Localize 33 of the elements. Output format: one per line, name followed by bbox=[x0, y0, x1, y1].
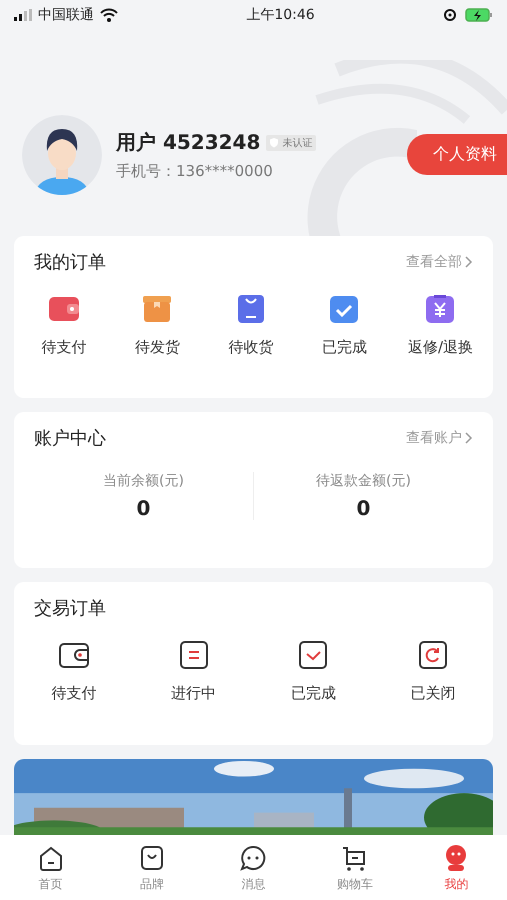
stat-value: 0 bbox=[356, 496, 370, 520]
order-status-item[interactable]: 待支付 bbox=[34, 292, 94, 357]
battery-icon bbox=[464, 8, 493, 22]
phone-number: 手机号：136****0000 bbox=[116, 162, 274, 181]
wifi-icon bbox=[100, 8, 118, 22]
card-title: 账户中心 bbox=[34, 427, 106, 450]
chevron-right-icon bbox=[465, 256, 473, 268]
clock: 上午10:46 bbox=[246, 6, 315, 24]
chevron-right-icon bbox=[465, 432, 473, 444]
trade-status-item[interactable]: 已完成 bbox=[254, 638, 374, 703]
trade-status-item[interactable]: 进行中 bbox=[134, 638, 254, 703]
tab-item[interactable]: 消息 bbox=[218, 842, 288, 892]
trade-status-item[interactable]: 待支付 bbox=[14, 638, 134, 703]
verification-badge: 未认证 bbox=[266, 134, 316, 150]
tab-item[interactable]: 我的 bbox=[421, 842, 492, 892]
rotation-lock-icon bbox=[442, 8, 457, 22]
stat-value: 0 bbox=[136, 496, 150, 520]
carrier-name: 中国联通 bbox=[38, 6, 94, 24]
card-title: 交易订单 bbox=[34, 597, 106, 620]
profile-button[interactable]: 个人资料 bbox=[407, 134, 507, 175]
tab-item[interactable]: 品牌 bbox=[117, 842, 188, 892]
order-status-item[interactable]: 返修/退换 bbox=[408, 292, 473, 357]
tab-item[interactable]: 购物车 bbox=[320, 842, 390, 892]
stat-label: 待返款金额(元) bbox=[316, 472, 411, 490]
trade-status-item[interactable]: 已关闭 bbox=[373, 638, 493, 703]
user-name: 用户 4523248 bbox=[116, 129, 260, 156]
stat-label: 当前余额(元) bbox=[103, 472, 184, 490]
card-title: 我的订单 bbox=[34, 251, 106, 274]
order-status-item[interactable]: 已完成 bbox=[314, 292, 374, 357]
order-status-item[interactable]: 待发货 bbox=[127, 292, 188, 357]
tab-item[interactable]: 首页 bbox=[16, 842, 86, 892]
signal-icon bbox=[14, 9, 32, 21]
order-status-item[interactable]: 待收货 bbox=[220, 292, 281, 357]
